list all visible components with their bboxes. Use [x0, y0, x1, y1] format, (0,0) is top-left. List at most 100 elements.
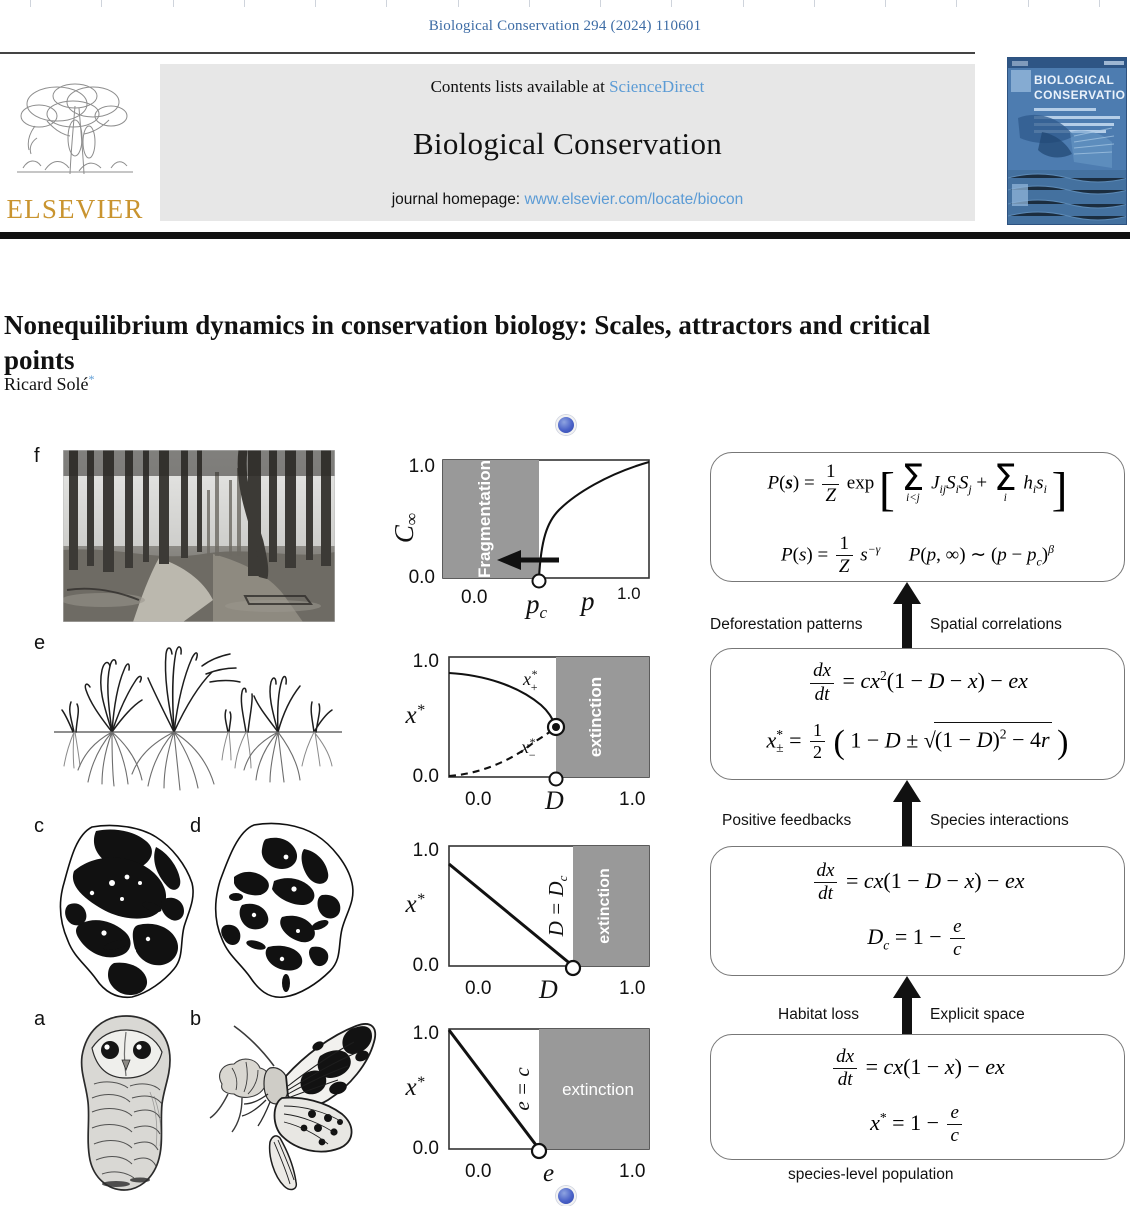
homepage-prefix: journal homepage:	[391, 191, 525, 208]
panel-letter-c: c	[34, 815, 44, 837]
x-tick-right: 1.0	[619, 789, 645, 810]
flow-label-habitat-loss: Habitat loss	[778, 1006, 859, 1023]
ruler-tick	[30, 0, 31, 7]
sciencedirect-link[interactable]: ScienceDirect	[609, 77, 704, 96]
flow-arrow-up-3	[893, 976, 921, 1038]
equation-box-macro: P(s) = 1Z exp [ Σi<j JijSiSj + Σi hisi ]…	[710, 452, 1125, 582]
equation-box-quadratic: dx dt = cx2(1 − D − x) − ex x*± = 12 ( 1 …	[710, 648, 1125, 780]
y-tick-top: 1.0	[413, 1023, 439, 1044]
running-head: Biological Conservation 294 (2024) 11060…	[428, 18, 702, 34]
chart-percolation-svg: 1.0 0.0 C∞ Fragmentation 0.0 1.0 pc p	[393, 456, 650, 622]
panel-d: d	[190, 815, 380, 1005]
x-tick-critical: pc	[524, 589, 548, 622]
journal-homepage-link[interactable]: www.elsevier.com/locate/biocon	[524, 191, 743, 208]
chart-transcritical-d-svg: 1.0 0.0 x* extinction D = Dc 0.0 1.0 D	[404, 840, 650, 1004]
panel-e: e	[30, 632, 380, 814]
fragmentation-map-d	[208, 821, 360, 1001]
journal-title: Biological Conservation	[412, 126, 723, 161]
elsevier-wordmark: ELSEVIER	[6, 194, 144, 224]
panel-f: f	[30, 445, 380, 630]
region-label-extinction: extinction	[596, 868, 613, 944]
ruler-tick	[172, 0, 174, 7]
chart-saddle-node: 1.0 0.0 x* extinction x* + x* − 0.0 1.0 D	[393, 643, 668, 823]
x-axis-label: D	[538, 975, 558, 1004]
critical-point-marker	[531, 573, 547, 589]
ruler-tick	[457, 0, 459, 7]
y-axis-label: C∞	[393, 513, 421, 543]
panel-b: b	[190, 1008, 380, 1198]
equation-box-spatial: dx dt = cx(1 − D − x) − ex Dc = 1 − ec	[710, 846, 1125, 976]
author-footnote-marker: *	[88, 372, 95, 386]
flow-label-deforestation-patterns: Deforestation patterns	[710, 616, 863, 633]
ruler-tick	[885, 0, 887, 7]
ruler-tick	[1027, 0, 1029, 7]
equation-power-laws: P(s) = 1Z s−γ P(p, ∞) ∼ (p − pc)β	[781, 532, 1054, 577]
region-label-fragmentation: Fragmentation	[475, 460, 494, 578]
equation-box-levins: dx dt = cx(1 − x) − ex x* = 1 − ec	[710, 1034, 1125, 1160]
panel-c: c	[30, 815, 205, 1005]
x-axis-label: p	[579, 586, 595, 616]
equation-dx-dt-levins: dx dt = cx(1 − x) − ex	[830, 1046, 1005, 1092]
boundary-label: e = c	[510, 1067, 534, 1111]
x-tick-right: 1.0	[619, 978, 645, 999]
critical-point-marker	[530, 1142, 548, 1160]
panel-letter-a: a	[34, 1008, 46, 1030]
flow-label-species-interactions: Species interactions	[930, 812, 1069, 829]
masthead-bottom-rule	[0, 232, 1130, 239]
page-title: Nonequilibrium dynamics in conservation …	[4, 310, 931, 375]
ruler-tick	[315, 0, 317, 7]
author-line: Ricard Solé*	[4, 372, 94, 395]
chart-transcritical-d: 1.0 0.0 x* extinction D = Dc 0.0 1.0 D	[393, 832, 668, 1012]
critical-point-marker	[564, 959, 582, 977]
ruler-tick	[813, 0, 815, 7]
figure-nav-dot-top[interactable]	[556, 415, 576, 435]
region-label-extinction: extinction	[562, 1080, 634, 1099]
journal-homepage-line: journal homepage: www.elsevier.com/locat…	[392, 191, 744, 209]
ruler-tick	[386, 0, 388, 7]
y-tick-bottom: 0.0	[413, 1138, 439, 1159]
flow-label-positive-feedbacks: Positive feedbacks	[722, 812, 852, 829]
contents-line: Contents lists available at ScienceDirec…	[431, 77, 705, 97]
x-tick-left: 0.0	[465, 789, 491, 810]
boundary-label: D = Dc	[544, 875, 570, 937]
flow-label-explicit-space: Explicit space	[930, 1006, 1025, 1023]
y-tick-top: 1.0	[413, 651, 439, 672]
panel-letter-f: f	[34, 445, 40, 467]
y-tick-top: 1.0	[409, 456, 435, 477]
equation-d-critical: Dc = 1 − ec	[811, 916, 1025, 962]
journal-cover-thumbnail[interactable]: BIOLOGICAL CONSERVATION	[1007, 57, 1127, 225]
panel-a: a	[30, 1008, 205, 1198]
flow-label-spatial-correlations: Spatial correlations	[930, 616, 1062, 633]
equation-x-star-levins: x* = 1 − ec	[830, 1102, 1005, 1148]
chart-transcritical-e-svg: 1.0 0.0 x* extinction e = c 0.0 1.0 e	[404, 1023, 650, 1187]
equation-dx-dt-quadratic: dx dt = cx2(1 − D − x) − ex	[767, 660, 1069, 706]
x-tick-right: 1.0	[619, 1161, 645, 1182]
ruler-tick	[956, 0, 958, 7]
butterfly-illustration	[208, 1010, 380, 1194]
x-tick-right: 1.0	[617, 584, 641, 603]
masthead-top-rule	[0, 52, 975, 54]
equation-ising: P(s) = 1Z exp [ Σi<j JijSiSj + Σi hisi ]	[767, 457, 1068, 517]
y-axis-label: x*	[404, 891, 424, 918]
figure-container: f e c d a b 1.0 0.0 ∞ Fragmentation 0.0 …	[0, 400, 1130, 1206]
y-tick-bottom: 0.0	[413, 955, 439, 976]
journal-masthead: ELSEVIER Contents lists available at Sci…	[0, 52, 1130, 239]
chart-transcritical-e: 1.0 0.0 x* extinction e = c 0.0 1.0 e	[393, 1015, 668, 1195]
x-axis-label: D	[544, 786, 564, 815]
panel-letter-d: d	[190, 815, 202, 837]
y-axis-label: x*	[404, 1074, 424, 1101]
y-tick-bottom: 0.0	[413, 766, 439, 787]
ruler-tick	[1098, 0, 1100, 7]
forest-photo	[63, 450, 335, 622]
grass-tussocks-illustration	[50, 638, 346, 808]
x-axis-label: e	[543, 1160, 554, 1187]
ruler-tick	[600, 0, 602, 7]
equation-x-star-pm: x*± = 12 ( 1 − D ± √(1 − D)2 − 4r )	[766, 720, 1069, 763]
svg-text:BIOLOGICAL: BIOLOGICAL	[1034, 73, 1114, 87]
fragmentation-map-c	[52, 821, 200, 1001]
author-name: Ricard Solé	[4, 374, 89, 394]
journal-banner: Contents lists available at ScienceDirec…	[160, 64, 975, 221]
chart-saddle-node-svg: 1.0 0.0 x* extinction x* + x* − 0.0 1.0 D	[404, 651, 650, 815]
panel-letter-b: b	[190, 1008, 202, 1030]
contents-prefix: Contents lists available at	[430, 77, 610, 96]
